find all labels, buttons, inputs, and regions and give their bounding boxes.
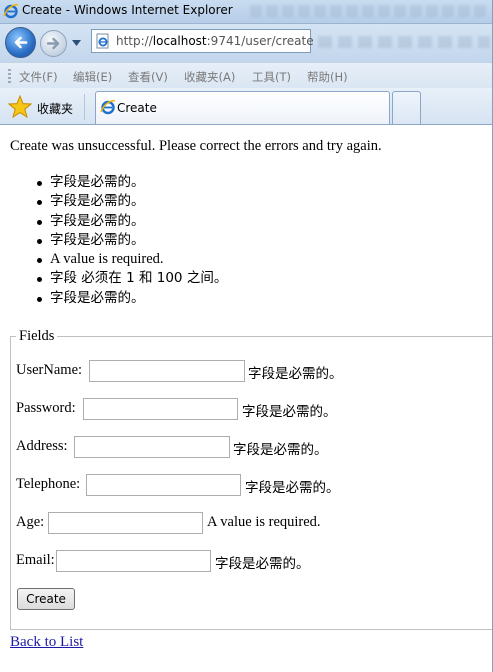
browser-window: Create - Windows Internet Explorer http:… [0, 0, 493, 672]
title-bar: Create - Windows Internet Explorer [0, 0, 492, 24]
error-item: 字段是必需的。 [0, 212, 227, 231]
validation-summary: Create was unsuccessful. Please correct … [10, 138, 382, 154]
address-input[interactable] [74, 436, 230, 458]
menu-view[interactable]: 查看(V) [128, 69, 168, 85]
menu-file[interactable]: 文件(F) [19, 69, 58, 85]
address-error: 字段是必需的。 [233, 442, 328, 458]
back-button[interactable] [5, 27, 36, 58]
age-label: Age: [16, 514, 45, 530]
new-tab-button[interactable] [392, 91, 421, 124]
error-item: 字段是必需的。 [0, 192, 227, 211]
username-error: 字段是必需的。 [248, 366, 343, 382]
error-item: 字段 必须在 1 和 100 之间。 [0, 269, 227, 288]
title-bar-blurred-background [250, 5, 490, 17]
error-list: 字段是必需的。 字段是必需的。 字段是必需的。 字段是必需的。 A value … [0, 173, 227, 308]
username-input[interactable] [89, 360, 245, 382]
window-title: Create - Windows Internet Explorer [22, 3, 233, 17]
forward-arrow-icon [46, 37, 60, 50]
age-error: A value is required. [207, 514, 321, 530]
favorites-label: 收藏夹 [37, 102, 74, 116]
telephone-label: Telephone: [16, 476, 81, 492]
star-icon [8, 95, 32, 118]
telephone-error: 字段是必需的。 [245, 480, 340, 496]
error-item: 字段是必需的。 [0, 173, 227, 192]
address-label: Address: [16, 438, 68, 454]
back-arrow-icon [14, 36, 28, 49]
navigation-bar: http://localhost:9741/user/create [0, 24, 492, 62]
tab-bar: 收藏夹 Create [0, 88, 492, 125]
password-label: Password: [16, 400, 76, 416]
menu-tools[interactable]: 工具(T) [252, 69, 291, 85]
telephone-input[interactable] [86, 474, 241, 496]
favorites-button[interactable]: 收藏夹 [6, 93, 76, 119]
age-input[interactable] [48, 512, 203, 534]
page-ie-icon [95, 33, 111, 49]
error-item: 字段是必需的。 [0, 231, 227, 250]
email-label: Email: [16, 552, 55, 568]
create-button[interactable]: Create [17, 588, 75, 610]
ie-logo-icon [100, 100, 116, 115]
menu-help[interactable]: 帮助(H) [307, 69, 348, 85]
ie-logo-icon [3, 3, 19, 19]
address-bar[interactable]: http://localhost:9741/user/create [91, 29, 314, 53]
username-label: UserName: [16, 362, 83, 378]
password-input[interactable] [83, 398, 238, 420]
error-item: 字段是必需的。 [0, 289, 227, 308]
password-error: 字段是必需的。 [242, 404, 337, 420]
page-content: Create was unsuccessful. Please correct … [0, 125, 492, 672]
fieldset-legend: Fields [19, 328, 55, 344]
menu-edit[interactable]: 编辑(E) [73, 69, 112, 85]
tab-create[interactable]: Create [95, 91, 390, 124]
chevron-down-icon[interactable] [72, 40, 81, 47]
url-text[interactable]: http://localhost:9741/user/create [116, 34, 314, 48]
menu-favorites[interactable]: 收藏夹(A) [184, 69, 235, 85]
email-input[interactable] [56, 550, 211, 572]
error-item: A value is required. [0, 250, 227, 269]
back-to-list-link[interactable]: Back to List [10, 634, 83, 651]
menu-bar: 文件(F) 编辑(E) 查看(V) 收藏夹(A) 工具(T) 帮助(H) [0, 62, 492, 88]
toolbar-grip [8, 69, 11, 83]
forward-button[interactable] [40, 30, 67, 57]
navbar-blurred-background [318, 36, 490, 48]
tab-label: Create [117, 101, 157, 115]
email-error: 字段是必需的。 [215, 556, 310, 572]
tab-separator [84, 94, 85, 120]
